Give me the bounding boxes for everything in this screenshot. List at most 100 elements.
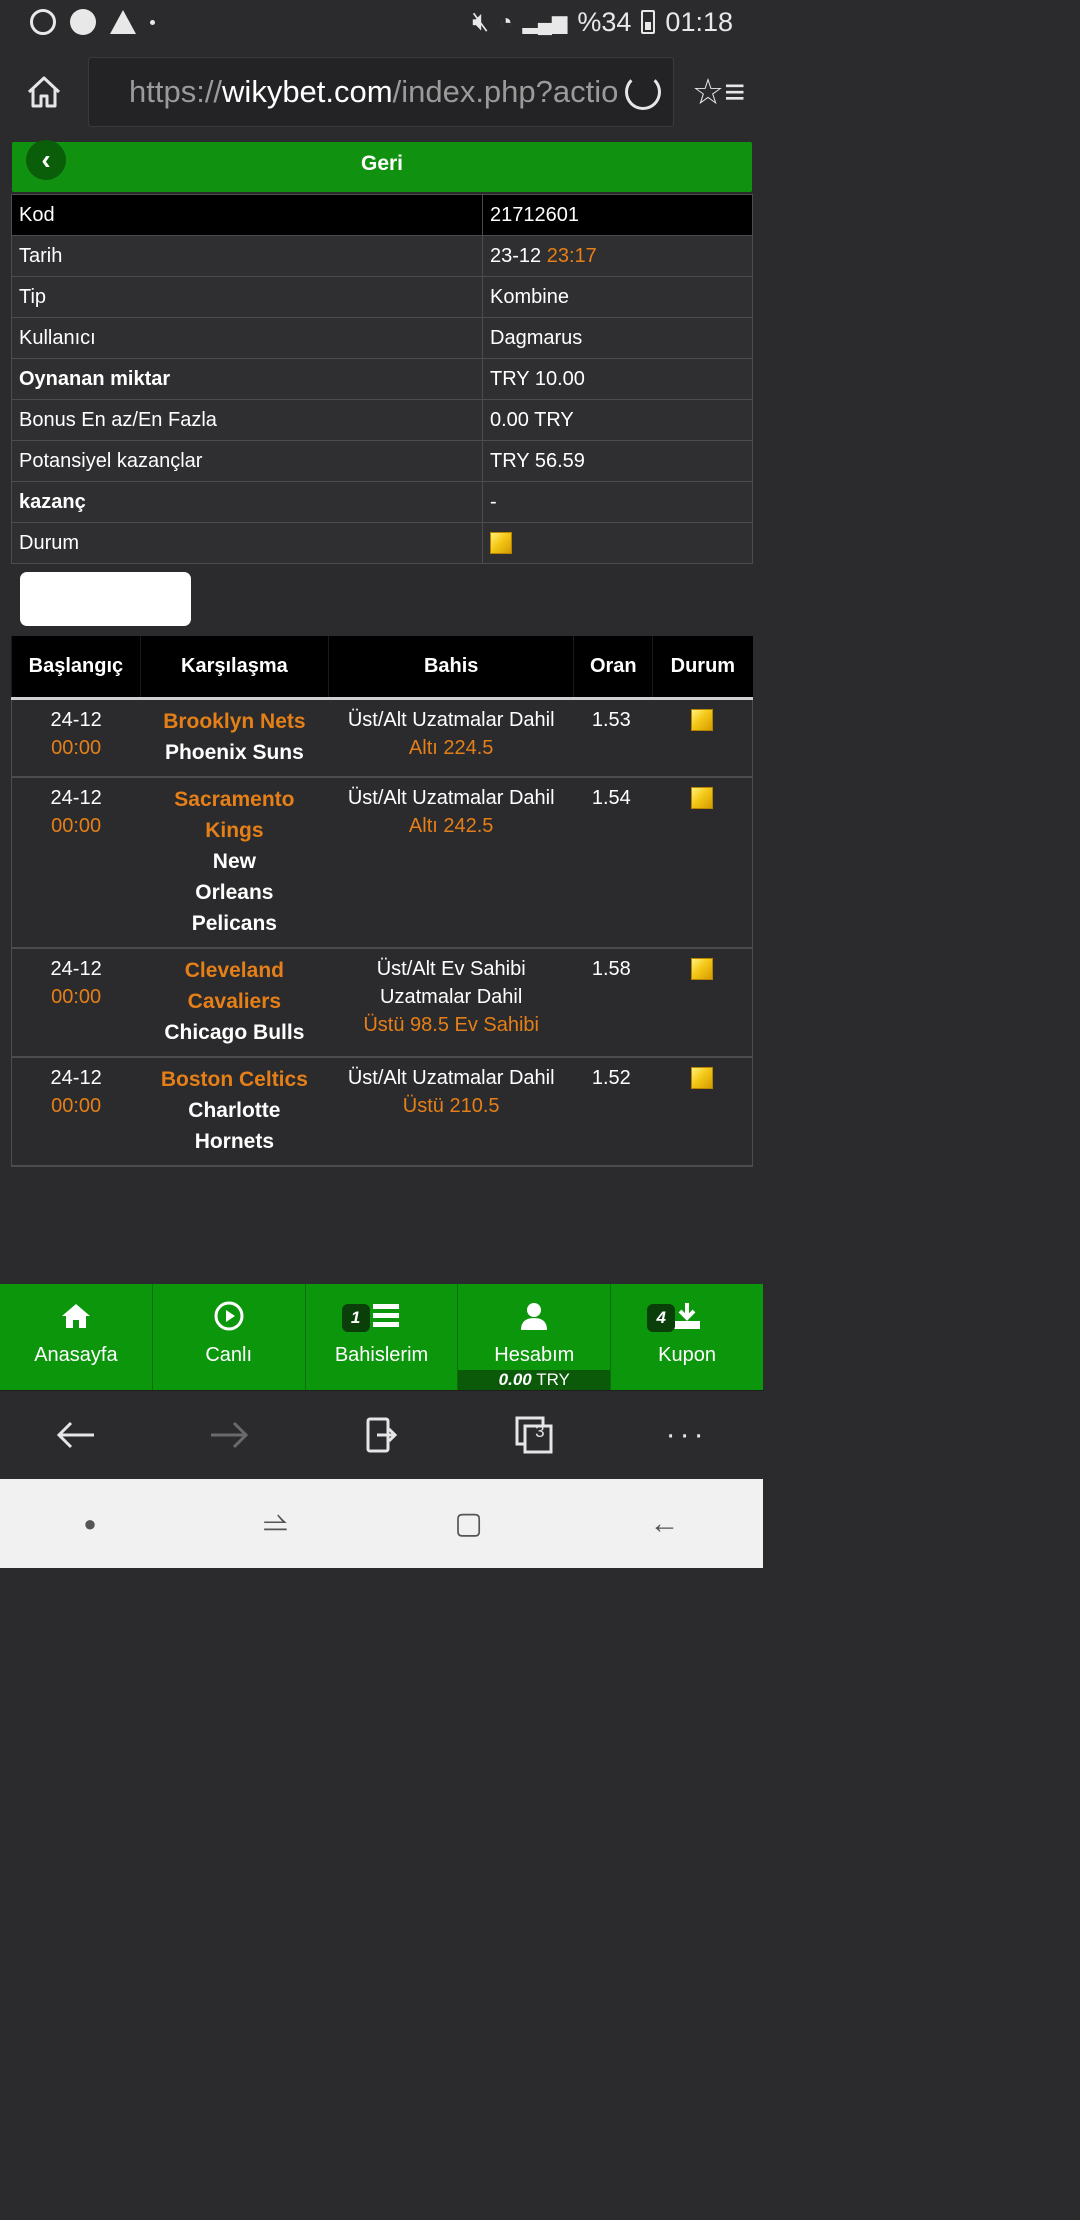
away-team: Chicago Bulls [164,1020,305,1044]
market-name: Üst/Alt Ev Sahibi Uzatmalar Dahil [376,957,526,1008]
ticket-label: Kod [11,194,483,236]
bet-row: 24-12 00:00 Sacramento Kings New Orleans P… [11,776,753,949]
signal-icon: ▂▄▆ [522,11,568,34]
nav-coupon[interactable]: 4 Kupon [611,1284,763,1390]
browser-share-button[interactable] [341,1405,421,1465]
browser-forward-button[interactable] [189,1405,269,1465]
nav-label: Hesabım [494,1344,575,1366]
col-bet: Bahis [327,636,574,700]
bet-date: 24-12 [50,957,102,980]
pending-status-icon [691,958,714,981]
market-name: Üst/Alt Uzatmalar Dahil [347,708,555,731]
ticket-row-code: Kod 21712601 [11,194,753,236]
bet-row: 24-12 00:00 Boston Celtics Charlotte Horne… [11,1056,753,1167]
bet-time: 00:00 [51,814,102,837]
back-bar[interactable]: ‹ Geri [12,140,752,192]
ticket-value: - [482,481,753,523]
bet-match: Cleveland Cavaliers Chicago Bulls [140,947,329,1058]
telegram-icon [70,9,96,35]
ticket-value: TRY 56.59 [482,440,753,482]
ticket-label: Tip [11,276,483,318]
away-team: New Orleans Pelicans [191,849,277,935]
nav-label: Kupon [658,1344,716,1366]
home-square-icon[interactable]: ▢ [454,1506,482,1541]
download-icon [674,1303,701,1329]
blank-white-button[interactable] [20,572,191,626]
coupon-count-badge: 4 [647,1304,676,1332]
nav-live[interactable]: Canlı [153,1284,306,1390]
nav-dot-icon[interactable]: ● [83,1511,96,1537]
bet-odds: 1.52 [573,1056,653,1167]
home-team: Sacramento Kings [174,787,295,842]
col-start: Başlangıç [11,636,141,700]
ticket-label: Potansiyel kazançlar [11,440,483,482]
pending-status-icon [691,709,714,732]
home-team: Boston Celtics [160,1067,308,1091]
favorites-button[interactable]: ☆≡ [674,44,763,140]
arrow-right-icon [210,1421,249,1449]
nav-home[interactable]: Anasayfa [0,1284,153,1390]
away-team: Phoenix Suns [164,740,304,764]
ticket-row-bonus: Bonus En az/En Fazla 0.00 TRY [11,399,753,441]
arrow-left-icon [57,1421,95,1449]
ticket-value: 21712601 [482,194,753,236]
browser-home-button[interactable] [0,44,88,140]
bets-header-row: Başlangıç Karşılaşma Bahis Oran Durum [11,636,753,700]
whatsapp-icon [30,9,56,35]
bets-count-badge: 1 [341,1304,370,1332]
ticket-value [482,522,753,564]
pending-status-icon [490,532,512,555]
bet-time: 00:00 [51,1094,102,1117]
ticket-label: Kullanıcı [11,317,483,359]
ticket-row-date: Tarih 23-12 23:17 [11,235,753,277]
tabs-icon [515,1416,553,1454]
bet-market: Üst/Alt Ev Sahibi Uzatmalar Dahil Üstü 98… [328,947,574,1058]
bet-pick: Altı 242.5 [408,814,494,837]
recent-apps-icon[interactable]: ⥬ [264,1507,288,1541]
bet-match: Sacramento Kings New Orleans Pelicans [140,776,329,949]
play-circle-icon [214,1301,244,1331]
bet-row: 24-12 00:00 Brooklyn Nets Phoenix Suns Üst… [11,698,753,778]
wifi-icon: ◔ [499,9,513,34]
status-bar: 🔇︎ ◔ ▂▄▆ %34 01:18 [0,0,763,44]
col-match: Karşılaşma [139,636,329,700]
share-exit-icon [366,1417,398,1453]
home-team: Brooklyn Nets [163,709,306,733]
nav-my-bets[interactable]: 1 Bahislerim [306,1284,459,1390]
col-odds: Oran [573,636,653,700]
ticket-value: Kombine [482,276,753,318]
bet-time: 00:00 [51,985,102,1008]
nav-label: Bahislerim [334,1344,429,1366]
bets-table: Başlangıç Karşılaşma Bahis Oran Durum 24… [11,636,753,1167]
tabs-count: 3 [535,1422,545,1441]
more-icon: ··· [665,1418,708,1451]
ticket-value: Dagmarus [482,317,753,359]
bet-match: Boston Celtics Charlotte Hornets [140,1056,329,1167]
bet-start: 24-12 00:00 [11,947,141,1058]
url-prefix: https:// [129,74,223,109]
nav-account[interactable]: Hesabım 0.00 TRY [458,1284,612,1390]
url-domain: wikybet.com [222,74,393,109]
bet-date: 24-12 [50,1066,102,1089]
nav-label: Anasayfa [34,1344,118,1366]
browser-tabs-button[interactable]: 3 [494,1405,574,1465]
back-arrow-icon[interactable]: ← [650,1507,680,1541]
ticket-time: 23:17 [546,244,597,267]
bet-pick: Altı 224.5 [408,736,494,759]
home-icon [61,1304,90,1328]
browser-menu-button[interactable]: ··· [647,1405,727,1465]
warning-icon [110,10,136,34]
back-button[interactable]: ‹ [26,140,66,180]
balance-amount: 0.00 [498,1370,532,1389]
ticket-row-user: Kullanıcı Dagmarus [11,317,753,359]
market-name: Üst/Alt Uzatmalar Dahil [347,1066,555,1089]
browser-back-button[interactable] [36,1405,116,1465]
ticket-row-winnings: kazanç - [11,481,753,523]
reload-icon[interactable] [625,74,661,110]
bet-start: 24-12 00:00 [11,698,141,778]
bet-pick: Üstü 210.5 [402,1094,500,1117]
ticket-label: Bonus En az/En Fazla [11,399,483,441]
bet-status [652,947,753,1058]
url-field[interactable]: https://wikybet.com/index.php?actio [88,57,674,127]
app-bottom-nav: Anasayfa Canlı 1 Bahislerim Hesabım 0.00… [0,1284,763,1390]
